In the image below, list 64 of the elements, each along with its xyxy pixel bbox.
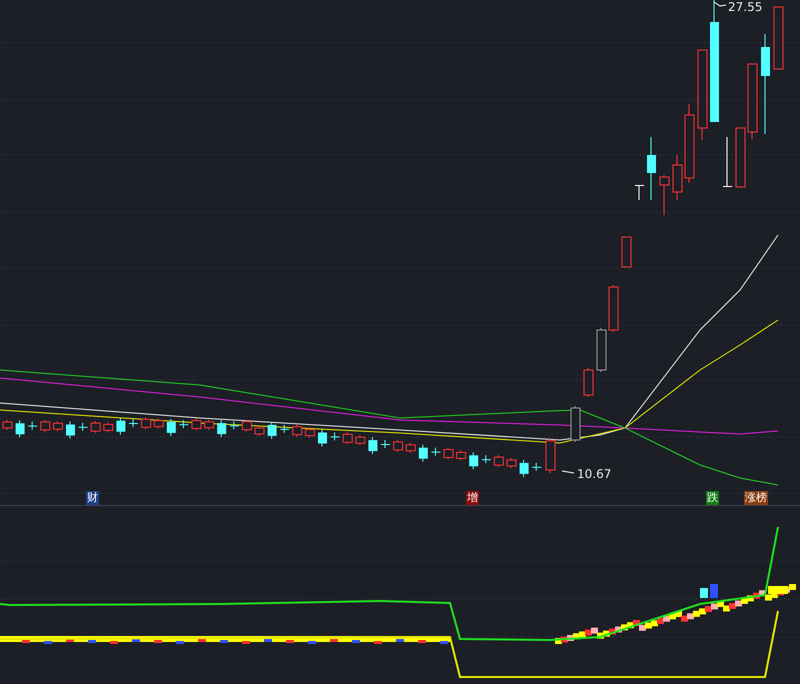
candlestick [280,424,290,434]
candlestick [90,420,101,434]
candlestick [532,462,542,472]
candlestick [774,6,784,70]
candlestick [570,406,580,442]
candlestick [318,429,327,447]
candlestick [16,420,25,438]
candlestick [482,454,491,464]
candlestick [66,421,75,439]
candlestick [268,421,277,440]
candlestick [596,328,606,372]
candlestick [506,458,516,468]
candlestick [584,368,594,398]
candlestick [736,128,746,188]
candlestick [254,426,264,436]
candlestick [52,420,63,432]
candlestick [647,136,656,200]
candlestick [520,459,529,478]
candlestick [103,422,114,433]
candlestick [622,236,632,268]
candlestick [217,420,226,438]
leader-line [562,470,574,474]
candlestick [129,418,138,428]
candlestick [116,417,126,436]
candlestick [672,154,682,200]
candlestick [393,439,404,452]
candlestick [192,418,202,431]
candlestick [381,440,390,448]
candlestick [204,419,214,430]
candlestick [469,452,478,470]
candlestick [368,436,378,455]
candlestick [660,174,670,216]
candlestick [40,419,50,432]
candlestick [304,427,315,438]
candlestick [355,434,366,446]
candlestick [166,418,176,436]
event-marker[interactable]: 跌 [706,491,719,505]
candlestick [456,450,466,461]
leader-line [714,2,726,7]
candlestick [330,432,340,441]
candlestick [230,420,239,430]
candlestick [28,421,38,430]
high-price-label: 27.55 [728,0,762,14]
candlestick [2,420,12,430]
candlestick [406,442,416,454]
event-marker[interactable]: 增 [466,491,479,505]
candlestick [342,432,353,445]
candlestick [546,438,556,474]
candlestick [78,422,88,432]
candlestick [494,454,504,468]
candlestick [141,416,152,430]
event-marker[interactable]: 涨榜 [744,491,768,505]
candlestick [444,447,454,460]
candlestick [179,420,188,429]
candlestick [292,424,302,438]
candlestick [608,284,618,332]
low-price-label: 10.67 [577,467,612,481]
candlestick [635,184,644,200]
candlestick [154,418,164,430]
candlestick [418,444,428,462]
candlestick [242,419,252,432]
candlestick [431,447,440,456]
candlestick [723,136,732,188]
event-marker[interactable]: 财 [86,491,99,505]
